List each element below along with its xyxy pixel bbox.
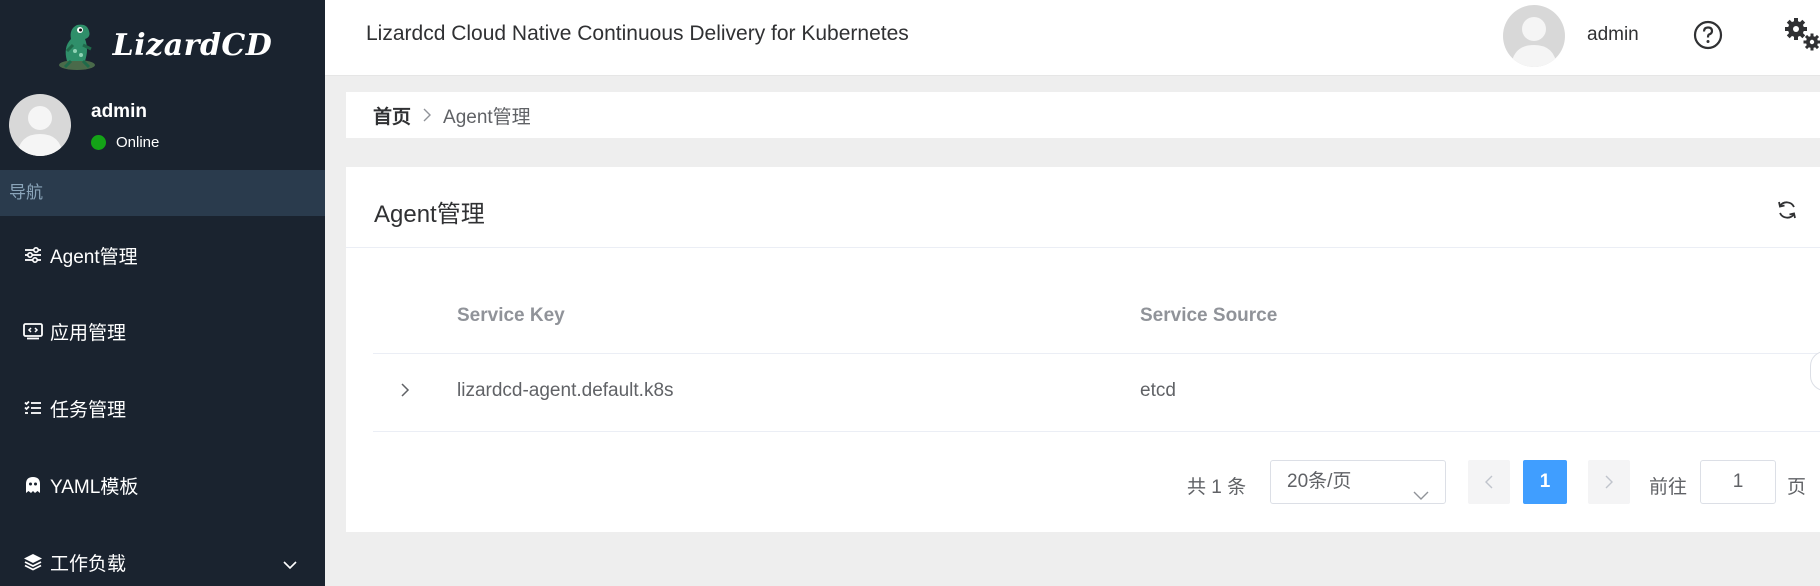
sidebar-item-label: Agent管理 [50,246,138,268]
code-monitor-icon [22,320,44,342]
sidebar-item-agent[interactable]: Agent管理 [0,225,325,285]
table-row: lizardcd-agent.default.k8s etcd [373,354,1820,432]
avatar [9,94,71,156]
refresh-icon[interactable] [1776,199,1798,221]
sidebar-item-yaml[interactable]: YAML模板 [0,455,325,515]
layers-icon [22,551,44,573]
user-silhouette-icon [17,106,63,156]
task-list-icon [22,397,44,419]
online-status-dot-icon [91,135,106,150]
user-name: admin [91,101,147,122]
sidebar-item-label: 应用管理 [50,322,127,344]
chevron-down-icon [283,554,297,576]
prev-page-button[interactable] [1468,460,1510,504]
pagination-total: 共 1 条 [1187,477,1247,498]
column-header-service-source[interactable]: Service Source [1140,305,1277,327]
agent-table: Service Key Service Source lizardcd-agen… [373,281,1820,432]
expand-row-icon[interactable] [397,380,413,400]
logo-text: LizardCD [112,27,273,63]
sidebar-item-tasks[interactable]: 任务管理 [0,378,325,438]
chevron-left-icon [1485,475,1493,489]
status-label: Online [116,134,160,151]
page-size-value: 20条/页 [1287,471,1352,492]
chevron-right-icon [1605,475,1613,489]
agent-card: Agent管理 Service Key Service Source lizar… [346,167,1820,532]
help-icon[interactable] [1693,20,1723,50]
sliders-icon [22,244,44,266]
breadcrumb-home[interactable]: 首页 [373,102,411,129]
page-size-select[interactable]: 20条/页 [1270,460,1446,504]
chevron-right-icon [423,108,432,122]
user-status: Online [91,134,159,151]
app-title: Lizardcd Cloud Native Continuous Deliver… [366,22,909,45]
pagination: 共 1 条 20条/页 1 前往 页 [346,460,1820,504]
goto-label: 前往 [1649,477,1688,498]
next-page-button[interactable] [1588,460,1630,504]
card-header: Agent管理 [346,167,1820,248]
breadcrumb-current: Agent管理 [443,106,531,128]
sidebar-item-label: 任务管理 [50,399,127,421]
goto-page-input[interactable] [1700,460,1776,504]
page-title: Agent管理 [374,201,485,228]
sidebar-item-label: 工作负载 [50,553,127,575]
page-number-button[interactable]: 1 [1523,460,1567,504]
table-header: Service Key Service Source [373,281,1820,354]
cell-service-key: lizardcd-agent.default.k8s [457,380,674,401]
gear-icon[interactable] [1783,18,1820,52]
sidebar-item-apps[interactable]: 应用管理 [0,301,325,361]
column-header-service-key[interactable]: Service Key [457,305,565,327]
user-silhouette-icon [1511,17,1557,67]
header-username[interactable]: admin [1587,24,1639,46]
sidebar-item-workloads[interactable]: 工作负载 [0,532,325,586]
breadcrumb: 首页 Agent管理 [346,92,1820,138]
logo[interactable]: LizardCD [0,0,325,90]
page-unit-label: 页 [1787,477,1807,498]
cell-service-source: etcd [1140,380,1176,401]
user-panel: admin Online [0,94,325,164]
top-bar: Lizardcd Cloud Native Continuous Deliver… [325,0,1820,76]
lizard-logo-icon [58,24,95,70]
sidebar: LizardCD admin Online 导航 Agent管理 应用管理 任务… [0,0,325,586]
chevron-down-icon [1413,475,1429,517]
sidebar-item-label: YAML模板 [50,476,139,498]
header-avatar[interactable] [1503,5,1565,67]
ghost-icon [22,474,44,496]
nav-header: 导航 [0,170,325,216]
